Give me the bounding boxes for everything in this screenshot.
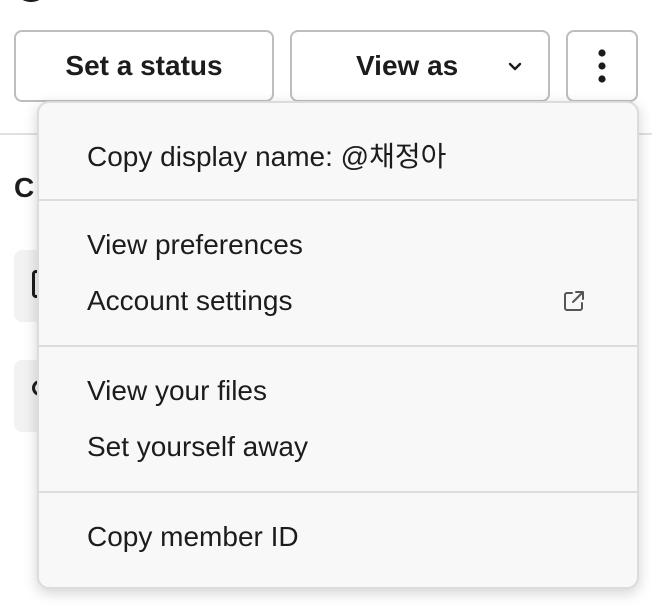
copy-member-id-item[interactable]: Copy member ID [87, 512, 597, 562]
set-yourself-away-item[interactable]: Set yourself away [87, 422, 597, 472]
menu-separator [39, 199, 637, 201]
view-your-files-item[interactable]: View your files [87, 366, 597, 416]
view-as-label: View as [356, 50, 459, 81]
menu-item-label: Copy member ID [87, 521, 299, 552]
external-link-icon [564, 291, 584, 311]
view-preferences-item[interactable]: View preferences [87, 220, 597, 270]
menu-separator [39, 491, 637, 493]
menu-item-label: View your files [87, 375, 268, 406]
view-as-button[interactable]: View as [290, 30, 550, 102]
menu-item-label: Copy display name: @채정아 [87, 141, 447, 172]
profile-panel: Set a status View as C Copy display name… [0, 0, 652, 610]
account-settings-item[interactable]: Account settings [87, 276, 597, 326]
avatar [16, 0, 46, 2]
menu-item-label: Account settings [87, 285, 293, 316]
set-status-button[interactable]: Set a status [14, 30, 274, 102]
menu-item-label: View preferences [87, 229, 303, 260]
vertical-ellipsis-icon [598, 49, 606, 83]
menu-item-label: Set yourself away [87, 431, 308, 462]
more-actions-menu: Copy display name: @채정아 View preferences… [37, 101, 639, 589]
section-heading-partial: C [14, 172, 35, 203]
menu-separator [39, 345, 637, 347]
more-actions-button[interactable] [566, 30, 638, 102]
copy-display-name-item[interactable]: Copy display name: @채정아 [87, 130, 597, 180]
chevron-down-icon [508, 62, 522, 71]
